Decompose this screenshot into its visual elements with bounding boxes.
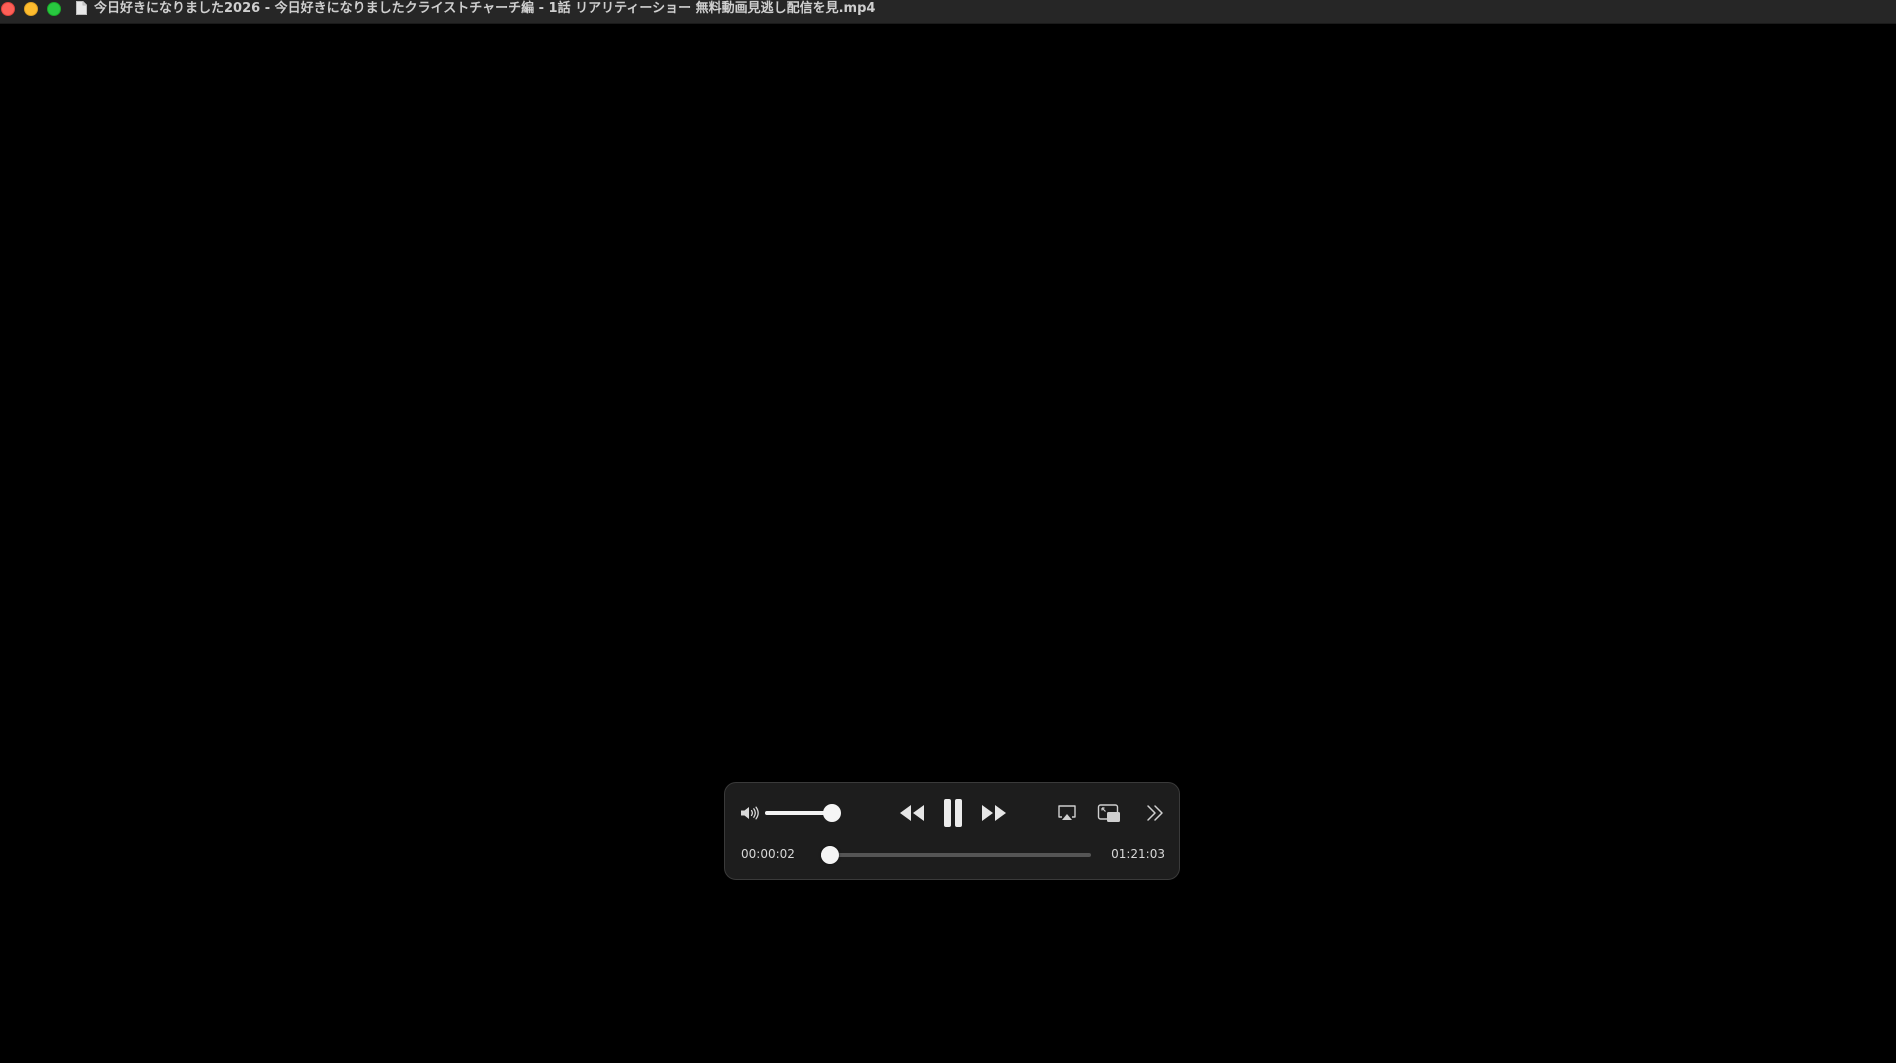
volume-level-fill: [765, 811, 832, 815]
rewind-icon[interactable]: [898, 803, 926, 823]
playhead-knob[interactable]: [821, 846, 840, 864]
pause-icon[interactable]: [941, 797, 965, 829]
picture-in-picture-icon[interactable]: [1097, 803, 1121, 823]
close-window-button[interactable]: [1, 2, 15, 16]
volume-slider-knob[interactable]: [822, 804, 841, 822]
title-bar[interactable]: 今日好きになりました2026 - 今日好きになりましたクライストチャーチ編 - …: [0, 0, 1896, 24]
progress-scrubber[interactable]: [821, 846, 1091, 864]
elapsed-time: 00:00:02: [741, 847, 795, 861]
document-icon[interactable]: [76, 1, 87, 15]
player-window: 今日好きになりました2026 - 今日好きになりましたクライストチャーチ編 - …: [0, 0, 1896, 1063]
volume-slider[interactable]: [765, 804, 841, 822]
video-canvas[interactable]: [0, 24, 1896, 1063]
zoom-window-button[interactable]: [47, 2, 61, 16]
minimize-window-button[interactable]: [24, 2, 38, 16]
fast-forward-icon[interactable]: [980, 803, 1008, 823]
window-title: 今日好きになりました2026 - 今日好きになりましたクライストチャーチ編 - …: [94, 1, 876, 16]
playback-controls-hud: 00:00:02 01:21:03: [724, 782, 1180, 880]
speaker-icon[interactable]: [740, 805, 760, 821]
airplay-icon[interactable]: [1057, 804, 1077, 822]
total-duration: 01:21:03: [1111, 847, 1165, 861]
more-chevron-icon[interactable]: [1145, 803, 1165, 823]
